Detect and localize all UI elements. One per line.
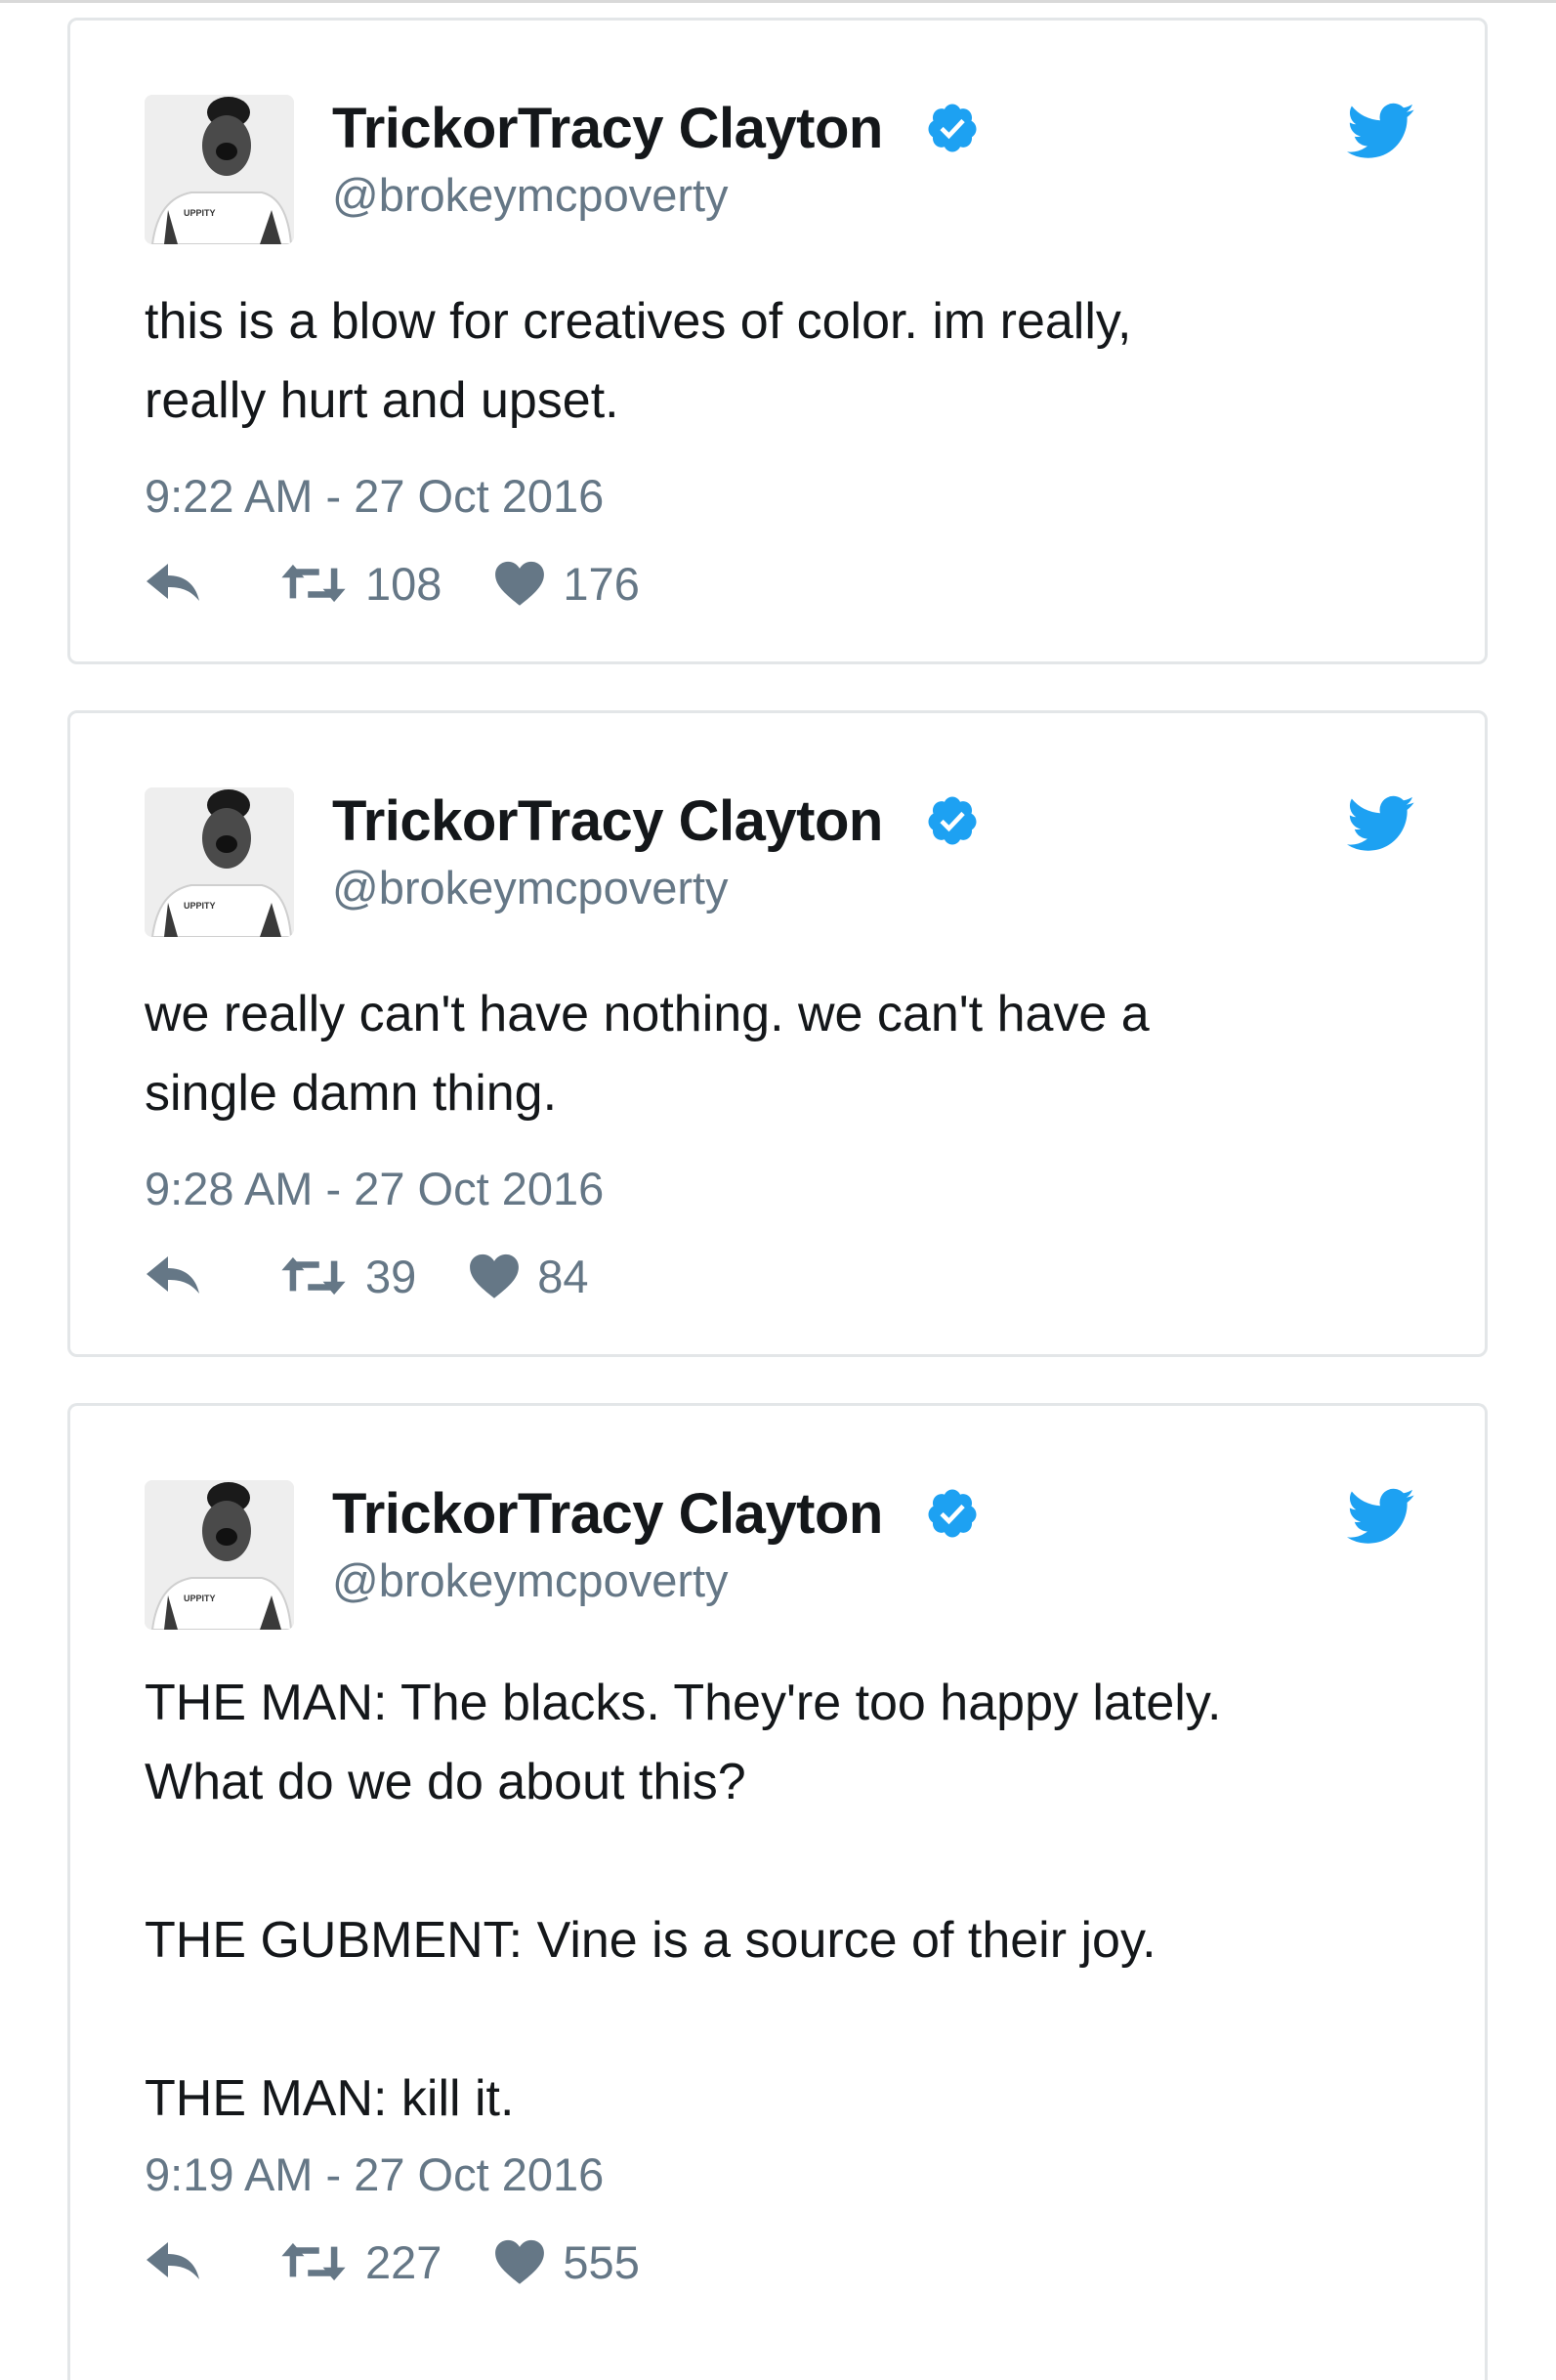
retweet-button[interactable]: 39 [279, 1254, 416, 1299]
retweet-button[interactable]: 108 [279, 561, 442, 607]
avatar[interactable]: UPPITY [145, 787, 294, 937]
display-name[interactable]: TrickorTracy Clayton [332, 101, 883, 157]
timestamp[interactable]: 9:28 AM - 27 Oct 2016 [145, 1166, 604, 1211]
like-count: 555 [563, 2235, 640, 2288]
user-handle[interactable]: @brokeymcpoverty [332, 172, 729, 218]
avatar[interactable]: UPPITY [145, 1480, 294, 1630]
display-name[interactable]: TrickorTracy Clayton [332, 793, 883, 850]
twitter-bird-icon[interactable] [1347, 1482, 1415, 1551]
twitter-bird-icon[interactable] [1347, 789, 1415, 858]
svg-text:UPPITY: UPPITY [184, 901, 216, 911]
verified-badge-icon [928, 104, 977, 152]
svg-text:UPPITY: UPPITY [184, 1594, 216, 1603]
retweet-icon [281, 1256, 346, 1296]
retweet-icon [281, 2242, 346, 2281]
reply-icon [147, 564, 199, 601]
action-bar: 227 555 [145, 2232, 640, 2291]
user-handle[interactable]: @brokeymcpoverty [332, 1557, 729, 1603]
like-button[interactable]: 176 [494, 557, 640, 610]
action-bar: 39 84 [145, 1247, 589, 1305]
reply-button[interactable] [145, 1253, 203, 1299]
display-name[interactable]: TrickorTracy Clayton [332, 1486, 883, 1543]
tweet-card[interactable]: UPPITY TrickorTracy Clayton @brokeymcpov… [67, 18, 1488, 664]
twitter-bird-icon[interactable] [1347, 97, 1415, 165]
verified-badge-icon [928, 1489, 977, 1538]
reply-icon [147, 2242, 199, 2279]
retweet-button[interactable]: 227 [279, 2239, 442, 2285]
heart-icon [470, 1254, 520, 1298]
timestamp[interactable]: 9:19 AM - 27 Oct 2016 [145, 2151, 604, 2197]
heart-icon [495, 2239, 545, 2284]
verified-badge-icon [928, 796, 977, 845]
avatar[interactable]: UPPITY [145, 95, 294, 244]
reply-button[interactable] [145, 2238, 203, 2285]
svg-text:UPPITY: UPPITY [184, 208, 216, 218]
like-button[interactable]: 555 [494, 2235, 640, 2288]
like-count: 84 [537, 1250, 589, 1302]
tweet-text: THE MAN: The blacks. They're too happy l… [145, 1675, 1222, 2127]
tweet-text: this is a blow for creatives of color. i… [145, 293, 1132, 429]
like-button[interactable]: 84 [469, 1250, 589, 1302]
retweet-count: 39 [365, 1250, 417, 1302]
heart-icon [495, 561, 545, 606]
tweet-card[interactable]: UPPITY TrickorTracy Clayton @brokeymcpov… [67, 710, 1488, 1357]
timestamp[interactable]: 9:22 AM - 27 Oct 2016 [145, 473, 604, 519]
reply-icon [147, 1256, 199, 1294]
retweet-count: 227 [365, 2235, 442, 2288]
retweet-icon [281, 564, 346, 603]
like-count: 176 [563, 557, 640, 610]
action-bar: 108 176 [145, 554, 640, 613]
tweet-text: we really can't have nothing. we can't h… [145, 986, 1150, 1122]
tweet-card[interactable]: UPPITY TrickorTracy Clayton @brokeymcpov… [67, 1403, 1488, 2380]
retweet-count: 108 [365, 557, 442, 610]
reply-button[interactable] [145, 560, 203, 607]
user-handle[interactable]: @brokeymcpoverty [332, 865, 729, 911]
top-divider [0, 0, 1556, 3]
